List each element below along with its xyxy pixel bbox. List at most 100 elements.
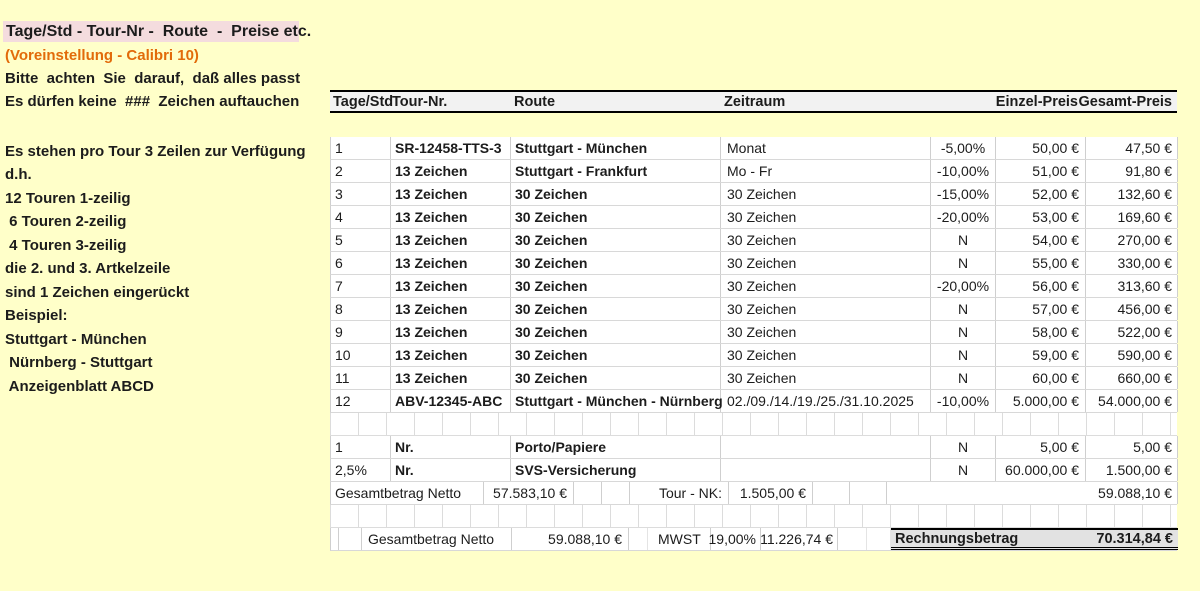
cell-zeitraum[interactable]: 30 Zeichen: [721, 298, 931, 320]
cell-einzel-preis[interactable]: 5,00 €: [996, 436, 1086, 458]
cell-tour-nr[interactable]: Nr.: [391, 459, 511, 481]
cell-tour-nr[interactable]: 13 Zeichen: [391, 275, 511, 297]
cell-route[interactable]: Stuttgart - Frankfurt: [511, 160, 721, 182]
tour-nk-label[interactable]: Tour - NK:: [630, 482, 729, 504]
cell-tage-std[interactable]: 1: [331, 137, 391, 159]
cell-zeitraum[interactable]: 02./09./14./19./25./31.10.2025: [721, 390, 931, 412]
cell-tour-nr[interactable]: 13 Zeichen: [391, 252, 511, 274]
empty-cell[interactable]: [838, 528, 867, 550]
cell-discount[interactable]: N: [931, 298, 996, 320]
cell-route[interactable]: 30 Zeichen: [511, 206, 721, 228]
cell-discount[interactable]: N: [931, 344, 996, 366]
cell-gesamt-preis[interactable]: 270,00 €: [1086, 229, 1178, 251]
cell-zeitraum[interactable]: [721, 459, 931, 481]
subtotal-label[interactable]: Gesamtbetrag Netto: [331, 482, 484, 504]
cell-zeitraum[interactable]: 30 Zeichen: [721, 344, 931, 366]
cell-einzel-preis[interactable]: 54,00 €: [996, 229, 1086, 251]
cell-discount[interactable]: -10,00%: [931, 160, 996, 182]
cell-tage-std[interactable]: 2: [331, 160, 391, 182]
cell-gesamt-preis[interactable]: 660,00 €: [1086, 367, 1178, 389]
cell-tage-std[interactable]: 7: [331, 275, 391, 297]
cell-zeitraum[interactable]: Mo - Fr: [721, 160, 931, 182]
cell-tage-std[interactable]: 10: [331, 344, 391, 366]
cell-zeitraum[interactable]: 30 Zeichen: [721, 183, 931, 205]
empty-cell[interactable]: [602, 482, 630, 504]
cell-tage-std[interactable]: 11: [331, 367, 391, 389]
cell-zeitraum[interactable]: [721, 436, 931, 458]
cell-zeitraum[interactable]: 30 Zeichen: [721, 275, 931, 297]
cell-gesamt-preis[interactable]: 5,00 €: [1086, 436, 1178, 458]
cell-einzel-preis[interactable]: 51,00 €: [996, 160, 1086, 182]
cell-discount[interactable]: -20,00%: [931, 206, 996, 228]
cell-gesamt-preis[interactable]: 169,60 €: [1086, 206, 1178, 228]
cell-discount[interactable]: N: [931, 252, 996, 274]
cell-gesamt-preis[interactable]: 330,00 €: [1086, 252, 1178, 274]
cell-discount[interactable]: -20,00%: [931, 275, 996, 297]
empty-cell[interactable]: [574, 482, 602, 504]
invoice-total-cell[interactable]: Rechnungsbetrag 70.314,84 €: [891, 528, 1178, 550]
cell-route[interactable]: 30 Zeichen: [511, 183, 721, 205]
cell-tage-std[interactable]: 3: [331, 183, 391, 205]
cell-zeitraum[interactable]: Monat: [721, 137, 931, 159]
cell-einzel-preis[interactable]: 60.000,00 €: [996, 459, 1086, 481]
cell-einzel-preis[interactable]: 57,00 €: [996, 298, 1086, 320]
empty-cell[interactable]: [850, 482, 887, 504]
cell-route[interactable]: Porto/Papiere: [511, 436, 721, 458]
cell-tour-nr[interactable]: 13 Zeichen: [391, 298, 511, 320]
cell-gesamt-preis[interactable]: 522,00 €: [1086, 321, 1178, 343]
mwst-rate[interactable]: 19,00%: [711, 528, 761, 550]
cell-tour-nr[interactable]: ABV-12345-ABC: [391, 390, 511, 412]
cell-tour-nr[interactable]: 13 Zeichen: [391, 183, 511, 205]
cell-einzel-preis[interactable]: 52,00 €: [996, 183, 1086, 205]
cell-einzel-preis[interactable]: 60,00 €: [996, 367, 1086, 389]
cell-tour-nr[interactable]: Nr.: [391, 436, 511, 458]
cell-gesamt-preis[interactable]: 1.500,00 €: [1086, 459, 1178, 481]
cell-einzel-preis[interactable]: 53,00 €: [996, 206, 1086, 228]
cell-tour-nr[interactable]: 13 Zeichen: [391, 206, 511, 228]
mwst-label[interactable]: MWST: [648, 528, 711, 550]
cell-einzel-preis[interactable]: 50,00 €: [996, 137, 1086, 159]
cell-zeitraum[interactable]: 30 Zeichen: [721, 252, 931, 274]
cell-tage-std[interactable]: 4: [331, 206, 391, 228]
tour-nk-value[interactable]: 1.505,00 €: [729, 482, 813, 504]
cell-tage-std[interactable]: 12: [331, 390, 391, 412]
empty-cell[interactable]: [813, 482, 850, 504]
cell-gesamt-preis[interactable]: 313,60 €: [1086, 275, 1178, 297]
empty-cell[interactable]: [331, 528, 339, 550]
cell-route[interactable]: 30 Zeichen: [511, 321, 721, 343]
cell-tour-nr[interactable]: 13 Zeichen: [391, 160, 511, 182]
cell-route[interactable]: 30 Zeichen: [511, 298, 721, 320]
cell-discount[interactable]: -15,00%: [931, 183, 996, 205]
cell-tage-std[interactable]: 2,5%: [331, 459, 391, 481]
cell-gesamt-preis[interactable]: 47,50 €: [1086, 137, 1178, 159]
cell-zeitraum[interactable]: 30 Zeichen: [721, 367, 931, 389]
cell-zeitraum[interactable]: 30 Zeichen: [721, 229, 931, 251]
subtotal-total[interactable]: 59.088,10 €: [887, 482, 1178, 504]
mwst-value[interactable]: 11.226,74 €: [761, 528, 838, 550]
cell-einzel-preis[interactable]: 56,00 €: [996, 275, 1086, 297]
empty-cell[interactable]: [629, 528, 648, 550]
cell-route[interactable]: 30 Zeichen: [511, 229, 721, 251]
cell-route[interactable]: 30 Zeichen: [511, 252, 721, 274]
cell-route[interactable]: 30 Zeichen: [511, 344, 721, 366]
cell-tour-nr[interactable]: 13 Zeichen: [391, 321, 511, 343]
cell-gesamt-preis[interactable]: 132,60 €: [1086, 183, 1178, 205]
cell-route[interactable]: Stuttgart - München - Nürnberg: [511, 390, 721, 412]
cell-einzel-preis[interactable]: 5.000,00 €: [996, 390, 1086, 412]
cell-discount[interactable]: N: [931, 436, 996, 458]
cell-tage-std[interactable]: 9: [331, 321, 391, 343]
cell-zeitraum[interactable]: 30 Zeichen: [721, 321, 931, 343]
cell-tour-nr[interactable]: SR-12458-TTS-3: [391, 137, 511, 159]
cell-tour-nr[interactable]: 13 Zeichen: [391, 344, 511, 366]
cell-tage-std[interactable]: 6: [331, 252, 391, 274]
cell-tage-std[interactable]: 1: [331, 436, 391, 458]
cell-gesamt-preis[interactable]: 456,00 €: [1086, 298, 1178, 320]
cell-tour-nr[interactable]: 13 Zeichen: [391, 229, 511, 251]
cell-tage-std[interactable]: 5: [331, 229, 391, 251]
cell-einzel-preis[interactable]: 58,00 €: [996, 321, 1086, 343]
subtotal-value[interactable]: 57.583,10 €: [484, 482, 574, 504]
cell-discount[interactable]: -5,00%: [931, 137, 996, 159]
cell-tour-nr[interactable]: 13 Zeichen: [391, 367, 511, 389]
empty-cell[interactable]: [867, 528, 891, 550]
cell-discount[interactable]: -10,00%: [931, 390, 996, 412]
